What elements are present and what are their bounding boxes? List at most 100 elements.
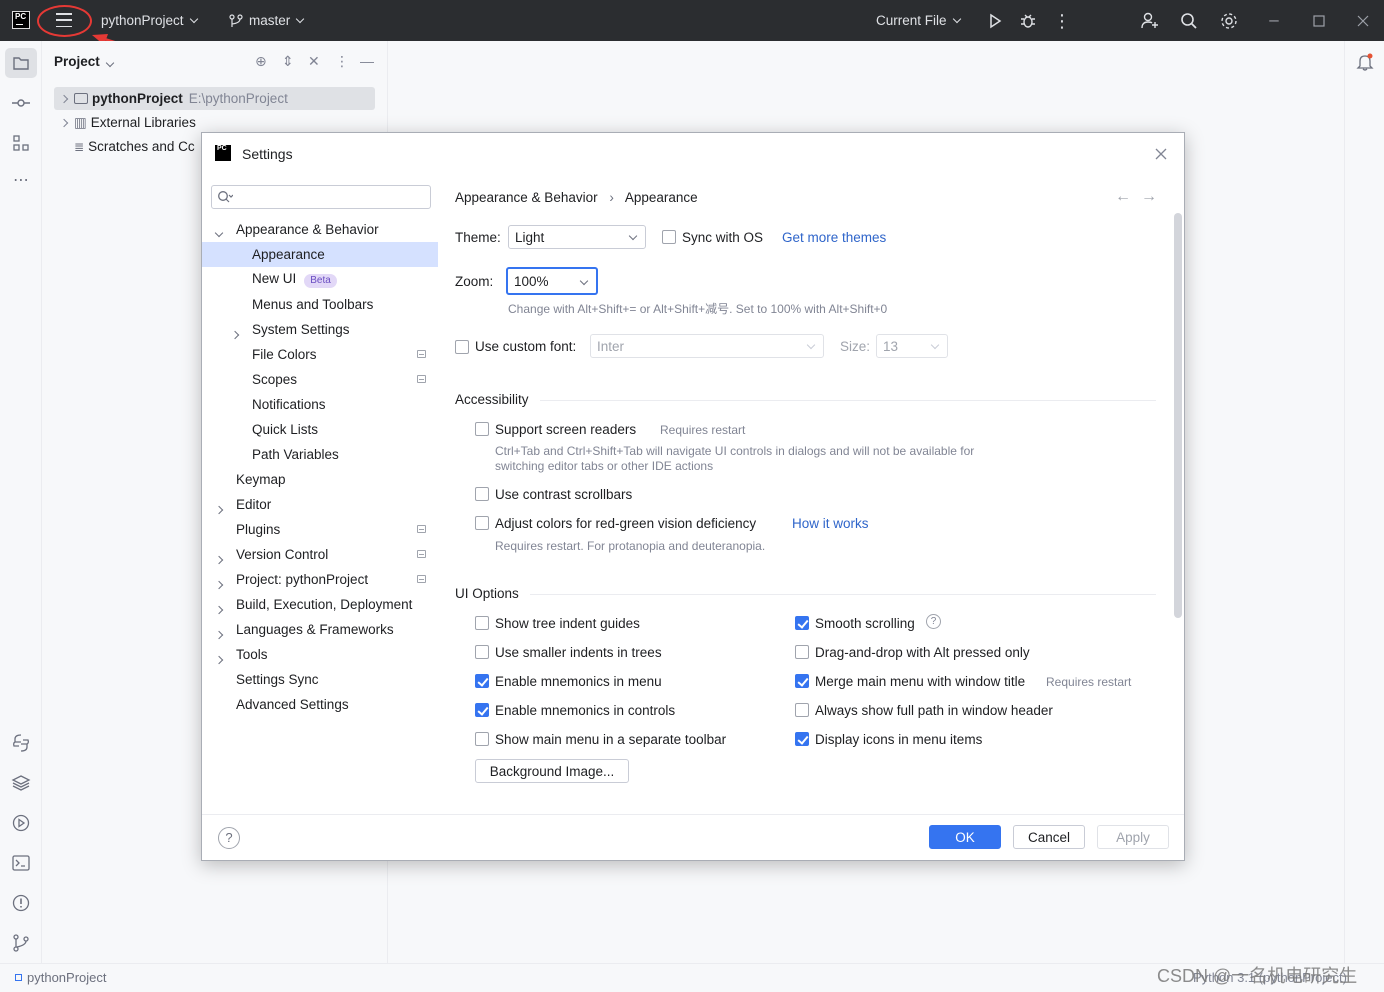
nav-item-quick-lists[interactable]: Quick Lists <box>202 417 438 442</box>
folder-icon[interactable] <box>11 53 31 73</box>
tree-item-scratches[interactable]: ≣ Scratches and Cc <box>54 135 195 158</box>
screen-readers-label: Support screen readers <box>495 422 637 437</box>
full-path-header-checkbox[interactable] <box>795 703 809 717</box>
chevron-right-icon <box>214 576 224 591</box>
zoom-select[interactable]: 100% <box>506 267 598 295</box>
nav-item-advanced-settings[interactable]: Advanced Settings <box>202 692 438 717</box>
more-tools-icon[interactable]: ⋯ <box>11 171 31 191</box>
background-image-button[interactable]: Background Image... <box>475 759 629 783</box>
nav-item-menus-toolbars[interactable]: Menus and Toolbars <box>202 292 438 317</box>
chevron-down-icon <box>105 58 115 68</box>
commit-icon[interactable] <box>11 93 31 113</box>
mnemonics-controls-checkbox[interactable] <box>475 703 489 717</box>
red-green-checkbox[interactable] <box>475 516 489 530</box>
nav-item-system-settings[interactable]: System Settings <box>202 317 438 342</box>
merge-main-menu-checkbox[interactable] <box>795 674 809 688</box>
pycharm-logo-icon: PC <box>215 145 231 161</box>
folder-icon <box>74 93 88 104</box>
tree-item-external-libraries[interactable]: ▥ External Libraries <box>54 111 196 134</box>
beta-badge: Beta <box>304 274 337 288</box>
project-level-icon <box>417 350 426 358</box>
python-console-icon[interactable] <box>11 733 31 753</box>
scratches-icon: ≣ <box>74 139 85 154</box>
smaller-indents-checkbox[interactable] <box>475 645 489 659</box>
sync-with-os-checkbox[interactable] <box>662 230 676 244</box>
how-it-works-link[interactable]: How it works <box>792 516 869 531</box>
nav-item-notifications[interactable]: Notifications <box>202 392 438 417</box>
close-icon[interactable] <box>1154 147 1168 161</box>
project-level-icon <box>417 575 426 583</box>
font-select[interactable]: Inter <box>590 334 824 358</box>
breadcrumb-separator-icon: › <box>609 190 614 205</box>
collapse-all-icon[interactable]: ✕ <box>308 53 320 70</box>
screen-readers-checkbox[interactable] <box>475 422 489 436</box>
project-panel-title[interactable]: Project <box>54 54 115 69</box>
nav-label: Settings Sync <box>236 672 319 687</box>
drag-drop-alt-checkbox[interactable] <box>795 645 809 659</box>
cancel-button[interactable]: Cancel <box>1013 825 1085 849</box>
get-more-themes-link[interactable]: Get more themes <box>782 230 886 245</box>
custom-font-checkbox[interactable] <box>455 340 469 354</box>
nav-item-version-control[interactable]: Version Control <box>202 542 438 567</box>
tree-item-project-root[interactable]: pythonProject E:\pythonProject <box>54 87 375 110</box>
apply-button[interactable]: Apply <box>1097 825 1169 849</box>
services-icon[interactable] <box>11 813 31 833</box>
layers-icon[interactable] <box>11 773 31 793</box>
menu-icons-checkbox[interactable] <box>795 732 809 746</box>
nav-item-appearance[interactable]: Appearance <box>202 242 438 267</box>
problems-icon[interactable] <box>11 893 31 913</box>
nav-item-settings-sync[interactable]: Settings Sync <box>202 667 438 692</box>
help-icon[interactable]: ? <box>218 827 240 849</box>
locate-icon[interactable]: ⊕ <box>255 53 267 70</box>
nav-label: Languages & Frameworks <box>236 622 394 637</box>
search-icon <box>218 191 233 203</box>
menu-icons-label: Display icons in menu items <box>815 732 983 747</box>
back-arrow-icon[interactable]: ← <box>1115 188 1131 206</box>
ok-button[interactable]: OK <box>929 825 1001 849</box>
options-icon[interactable]: ⋮ <box>335 53 349 70</box>
nav-item-plugins[interactable]: Plugins <box>202 517 438 542</box>
library-icon: ▥ <box>74 114 87 130</box>
tree-item-label: External Libraries <box>90 115 196 130</box>
mnemonics-controls-label: Enable mnemonics in controls <box>495 703 676 718</box>
expand-collapse-icon[interactable]: ⇕ <box>282 53 294 70</box>
help-icon[interactable]: ? <box>926 614 941 629</box>
nav-item-file-colors[interactable]: File Colors <box>202 342 438 367</box>
nav-item-tools[interactable]: Tools <box>202 642 438 667</box>
notifications-icon[interactable] <box>1355 52 1375 72</box>
contrast-scrollbars-checkbox[interactable] <box>475 487 489 501</box>
smooth-scrolling-checkbox[interactable] <box>795 616 809 630</box>
nav-item-path-variables[interactable]: Path Variables <box>202 442 438 467</box>
nav-item-build[interactable]: Build, Execution, Deployment <box>202 592 438 617</box>
tree-indent-guides-checkbox[interactable] <box>475 616 489 630</box>
nav-item-editor[interactable]: Editor <box>202 492 438 517</box>
nav-label: Tools <box>236 647 268 662</box>
size-label: Size: <box>840 339 871 354</box>
terminal-icon[interactable] <box>11 853 31 873</box>
nav-label: New UI <box>252 271 297 286</box>
status-project-name[interactable]: pythonProject <box>27 970 107 985</box>
git-icon[interactable] <box>11 933 31 953</box>
font-value: Inter <box>597 338 625 354</box>
nav-item-new-ui[interactable]: New UI Beta <box>202 267 438 292</box>
content-scrollbar[interactable] <box>1174 213 1182 618</box>
theme-select[interactable]: Light <box>508 225 646 249</box>
settings-search-input[interactable] <box>211 185 431 209</box>
full-path-header-label: Always show full path in window header <box>815 703 1053 718</box>
nav-item-keymap[interactable]: Keymap <box>202 467 438 492</box>
theme-value: Light <box>515 229 545 245</box>
dialog-title: Settings <box>242 146 293 162</box>
nav-item-appearance-behavior[interactable]: Appearance & Behavior <box>202 217 438 242</box>
mnemonics-menu-checkbox[interactable] <box>475 674 489 688</box>
font-size-select[interactable]: 13 <box>876 334 948 358</box>
forward-arrow-icon[interactable]: → <box>1141 188 1157 206</box>
breadcrumb-parent[interactable]: Appearance & Behavior <box>455 190 598 205</box>
structure-icon[interactable] <box>11 133 31 153</box>
screen-readers-hint-2: switching editor tabs or other IDE actio… <box>495 459 714 473</box>
separate-toolbar-checkbox[interactable] <box>475 732 489 746</box>
nav-item-project[interactable]: Project: pythonProject <box>202 567 438 592</box>
accessibility-header: Accessibility <box>455 392 529 407</box>
nav-item-languages[interactable]: Languages & Frameworks <box>202 617 438 642</box>
nav-item-scopes[interactable]: Scopes <box>202 367 438 392</box>
hide-panel-icon[interactable]: — <box>360 53 374 69</box>
